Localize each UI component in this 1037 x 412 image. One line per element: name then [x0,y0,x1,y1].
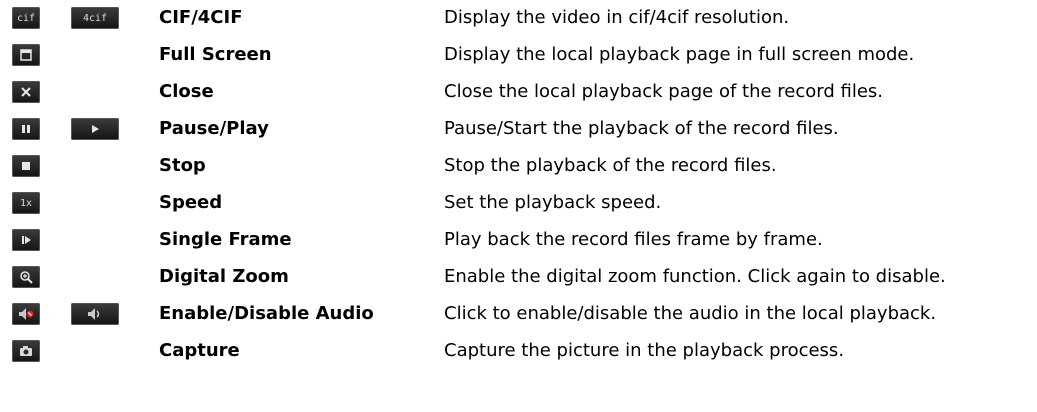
list-item: Digital Zoom Enable the digital zoom fun… [0,259,1037,296]
item-description: Play back the record files frame by fram… [444,229,823,250]
item-name: Full Screen [159,44,272,65]
speed-label: 1x [19,197,33,209]
cif-button[interactable]: cif [12,7,40,29]
item-description: Close the local playback page of the rec… [444,81,884,102]
cif-label: cif [16,12,36,24]
speaker-muted-icon [19,308,34,320]
item-description: Set the playback speed. [444,192,662,213]
list-item: Enable/Disable Audio Click to enable/dis… [0,296,1037,333]
pause-button[interactable] [12,118,40,140]
play-icon [92,125,99,133]
close-icon [21,87,31,97]
item-name: Enable/Disable Audio [159,303,374,324]
list-item: Stop Stop the playback of the record fil… [0,148,1037,185]
item-name: Close [159,81,214,102]
single-frame-button[interactable] [12,229,40,251]
item-name: Single Frame [159,229,292,250]
4cif-label: 4cif [82,12,108,24]
item-name: Speed [159,192,223,213]
zoom-in-icon [20,271,33,284]
item-description: Display the local playback page in full … [444,44,915,65]
list-item: Full Screen Display the local playback p… [0,37,1037,74]
full-screen-icon [20,49,32,61]
item-description: Click to enable/disable the audio in the… [444,303,937,324]
list-item: Single Frame Play back the record files … [0,222,1037,259]
capture-button[interactable] [12,340,40,362]
list-item: Pause/Play Pause/Start the playback of t… [0,111,1037,148]
item-description: Capture the picture in the playback proc… [444,340,845,361]
item-description: Stop the playback of the record files. [444,155,777,176]
speaker-icon [88,308,100,320]
list-item: Close Close the local playback page of t… [0,74,1037,111]
4cif-button[interactable]: 4cif [71,7,119,29]
camera-icon [20,346,32,356]
list-item: 1x Speed Set the playback speed. [0,185,1037,222]
item-description: Enable the digital zoom function. Click … [444,266,946,287]
digital-zoom-button[interactable] [12,266,40,288]
list-item: Capture Capture the picture in the playb… [0,333,1037,370]
stop-icon [22,162,30,170]
item-name: Pause/Play [159,118,269,139]
close-button[interactable] [12,81,40,103]
play-button[interactable] [71,118,119,140]
speed-button[interactable]: 1x [12,192,40,214]
pause-icon [22,125,30,133]
item-name: CIF/4CIF [159,7,243,28]
item-name: Capture [159,340,240,361]
stop-button[interactable] [12,155,40,177]
full-screen-button[interactable] [12,44,40,66]
item-name: Digital Zoom [159,266,289,287]
audio-enabled-button[interactable] [71,303,119,325]
list-item: cif 4cif CIF/4CIF Display the video in c… [0,0,1037,37]
single-frame-icon [22,236,31,244]
item-name: Stop [159,155,206,176]
audio-disabled-button[interactable] [12,303,40,325]
item-description: Pause/Start the playback of the record f… [444,118,839,139]
item-description: Display the video in cif/4cif resolution… [444,7,790,28]
